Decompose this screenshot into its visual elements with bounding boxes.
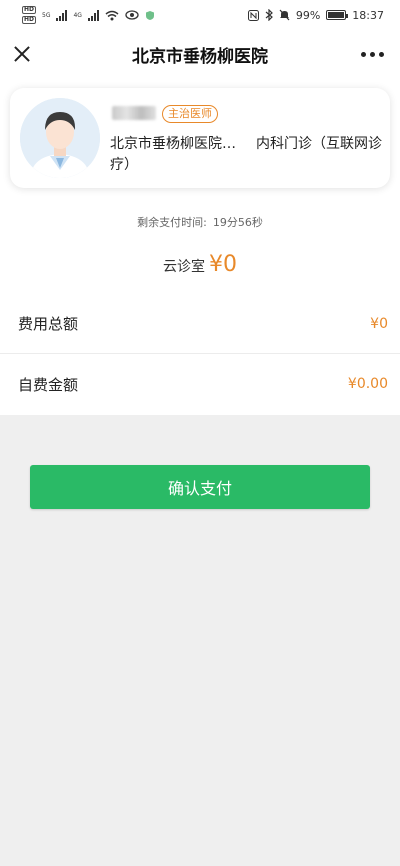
avatar	[20, 98, 100, 178]
signal-icon	[56, 9, 68, 21]
service-amount-row: 云诊室 ¥0	[0, 252, 400, 277]
more-icon[interactable]	[361, 52, 384, 57]
hd-badge: HD	[22, 6, 37, 14]
bluetooth-icon	[265, 9, 273, 21]
wifi-icon	[105, 10, 119, 20]
payment-countdown: 剩余支付时间: 19分56秒	[0, 214, 400, 230]
fee-label: 自费金额	[18, 375, 79, 394]
hd-badge: HD	[22, 16, 37, 24]
fee-value: ¥0	[370, 315, 388, 332]
fee-value: ¥0.00	[347, 376, 388, 392]
service-label: 云诊室	[163, 259, 205, 275]
battery-icon	[326, 10, 349, 20]
close-icon[interactable]	[10, 42, 34, 66]
signal-icon-2	[87, 9, 99, 21]
confirm-pay-button[interactable]: 确认支付	[30, 465, 370, 509]
status-right: 99% 18:37	[247, 8, 384, 22]
service-amount: ¥0	[209, 252, 237, 277]
network-label: 5G	[42, 11, 51, 19]
fee-row-total: 费用总额 ¥0	[0, 294, 400, 354]
status-left: HD HD 5G 4G	[22, 6, 155, 24]
fee-row-self-pay: 自费金额 ¥0.00	[0, 354, 400, 414]
nav-bar: 北京市垂杨柳医院	[0, 30, 400, 78]
shield-icon	[145, 10, 154, 20]
status-bar: HD HD 5G 4G 99% 18:37	[0, 0, 400, 30]
battery-percent: 99%	[295, 8, 321, 22]
doctor-name-redacted	[112, 106, 156, 120]
nfc-icon	[247, 9, 259, 21]
hd-badges: HD HD	[22, 6, 37, 24]
eye-icon	[125, 10, 139, 20]
countdown-value: 19分56秒	[212, 216, 263, 229]
clock: 18:37	[352, 8, 384, 22]
network-label-2: 4G	[73, 11, 82, 19]
page-title: 北京市垂杨柳医院	[132, 46, 268, 67]
mute-icon	[279, 9, 290, 21]
doctor-title-badge: 主治医师	[162, 105, 218, 123]
doctor-info: 北京市垂杨柳医院… 内科门诊（互联网诊疗）	[110, 134, 385, 176]
hospital-name: 北京市垂杨柳医院…	[110, 136, 236, 152]
fee-label: 费用总额	[18, 315, 79, 333]
countdown-label: 剩余支付时间:	[137, 216, 207, 229]
